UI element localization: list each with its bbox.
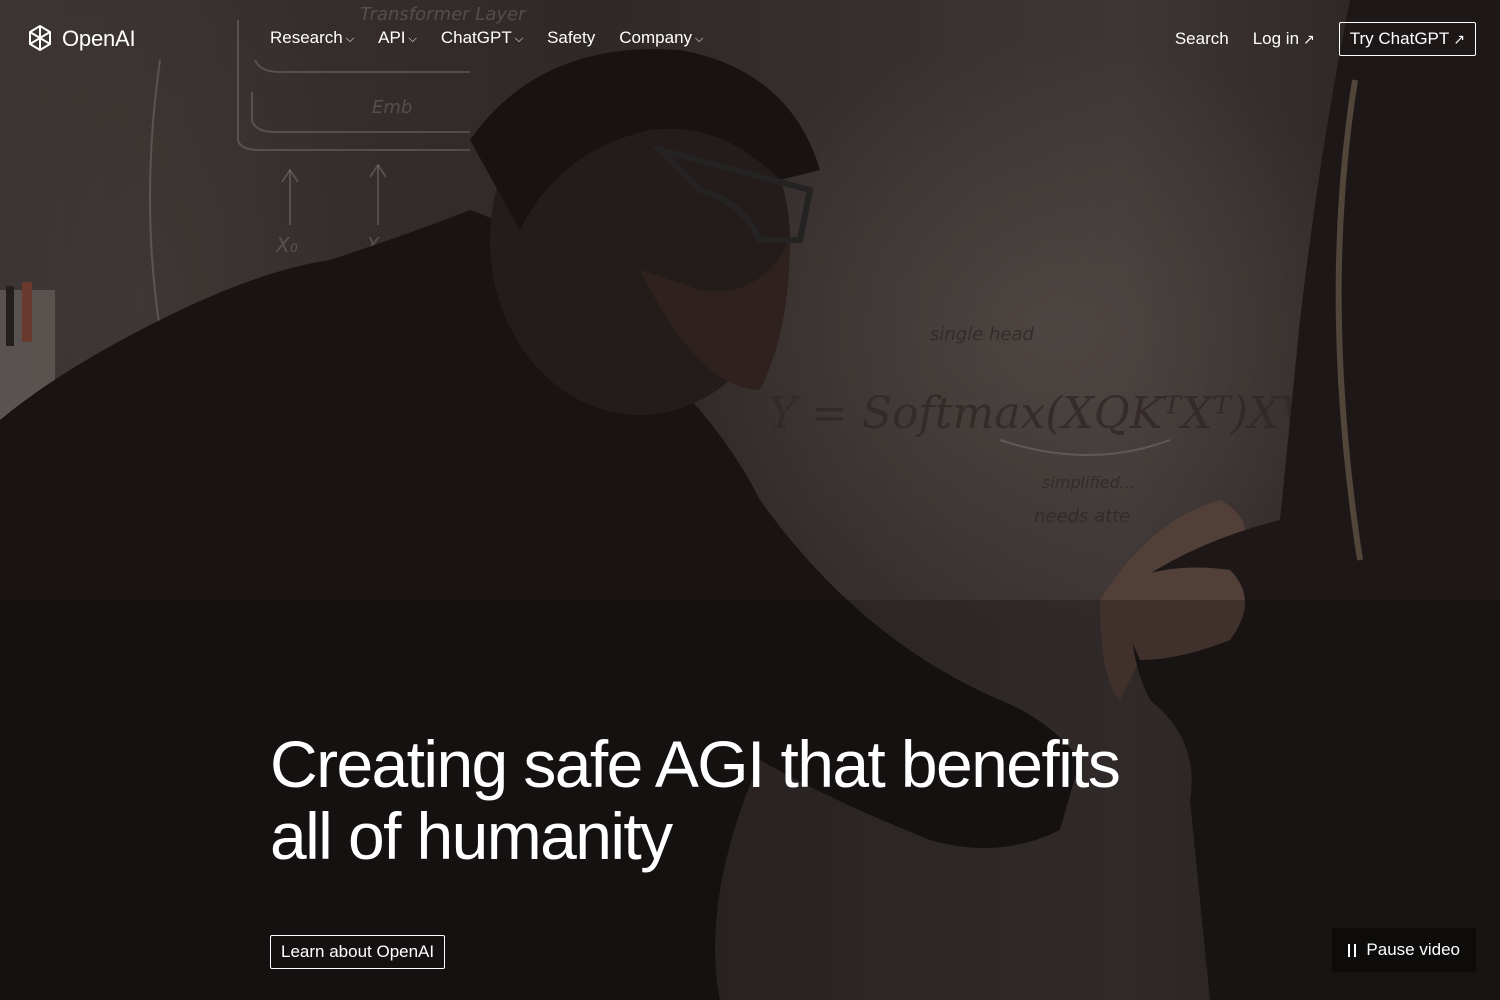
learn-about-label: Learn about OpenAI [281,942,435,961]
chevron-down-icon: ⌵ [514,32,524,45]
nav-api-label: API [378,28,406,47]
hero-headline-line1: Creating safe AGI that benefits [270,727,1121,801]
pause-video-button[interactable]: Pause video [1332,928,1476,972]
learn-about-button[interactable]: Learn about OpenAI [270,935,446,969]
nav-chatgpt[interactable]: ChatGPT ⌵ [441,28,523,48]
hero-headline-line2: all of humanity [270,799,673,873]
nav-api[interactable]: API ⌵ [378,28,417,48]
main-menu: Research ⌵ API ⌵ ChatGPT ⌵ Safety Compan… [270,28,703,48]
nav-safety-label: Safety [547,28,596,47]
try-chatgpt-label: Try ChatGPT [1349,29,1450,48]
search-label: Search [1174,29,1229,48]
nav-research-label: Research [270,28,343,47]
external-arrow-icon: ↗ [1453,30,1465,47]
hero-headline: Creating safe AGI that benefits all of h… [270,728,1270,872]
pause-icon [1348,943,1357,957]
try-chatgpt-button[interactable]: Try ChatGPT ↗ [1338,22,1476,56]
hero-section: Transformer Layer Emb X₀ X₁ single head … [0,0,1500,1000]
openai-knot-icon [29,25,51,51]
nav-actions: Search Log in ↗ Try ChatGPT ↗ [1175,22,1476,56]
nav-safety[interactable]: Safety [547,28,595,48]
login-label: Log in [1252,29,1300,48]
pause-video-label: Pause video [1366,940,1460,959]
nav-chatgpt-label: ChatGPT [440,28,512,47]
nav-company-label: Company [619,28,693,47]
brand-name: OpenAI [62,26,136,51]
login-link[interactable]: Log in ↗ [1253,29,1315,49]
external-arrow-icon: ↗ [1303,30,1315,47]
search-link[interactable]: Search [1175,29,1229,49]
chevron-down-icon: ⌵ [345,32,355,45]
chevron-down-icon: ⌵ [695,32,704,45]
nav-company[interactable]: Company ⌵ [619,28,703,48]
chevron-down-icon: ⌵ [408,32,417,45]
openai-logo[interactable]: OpenAI [24,22,136,56]
top-nav: OpenAI Research ⌵ API ⌵ ChatGPT ⌵ Safety… [0,0,1500,80]
nav-research[interactable]: Research ⌵ [270,28,354,48]
